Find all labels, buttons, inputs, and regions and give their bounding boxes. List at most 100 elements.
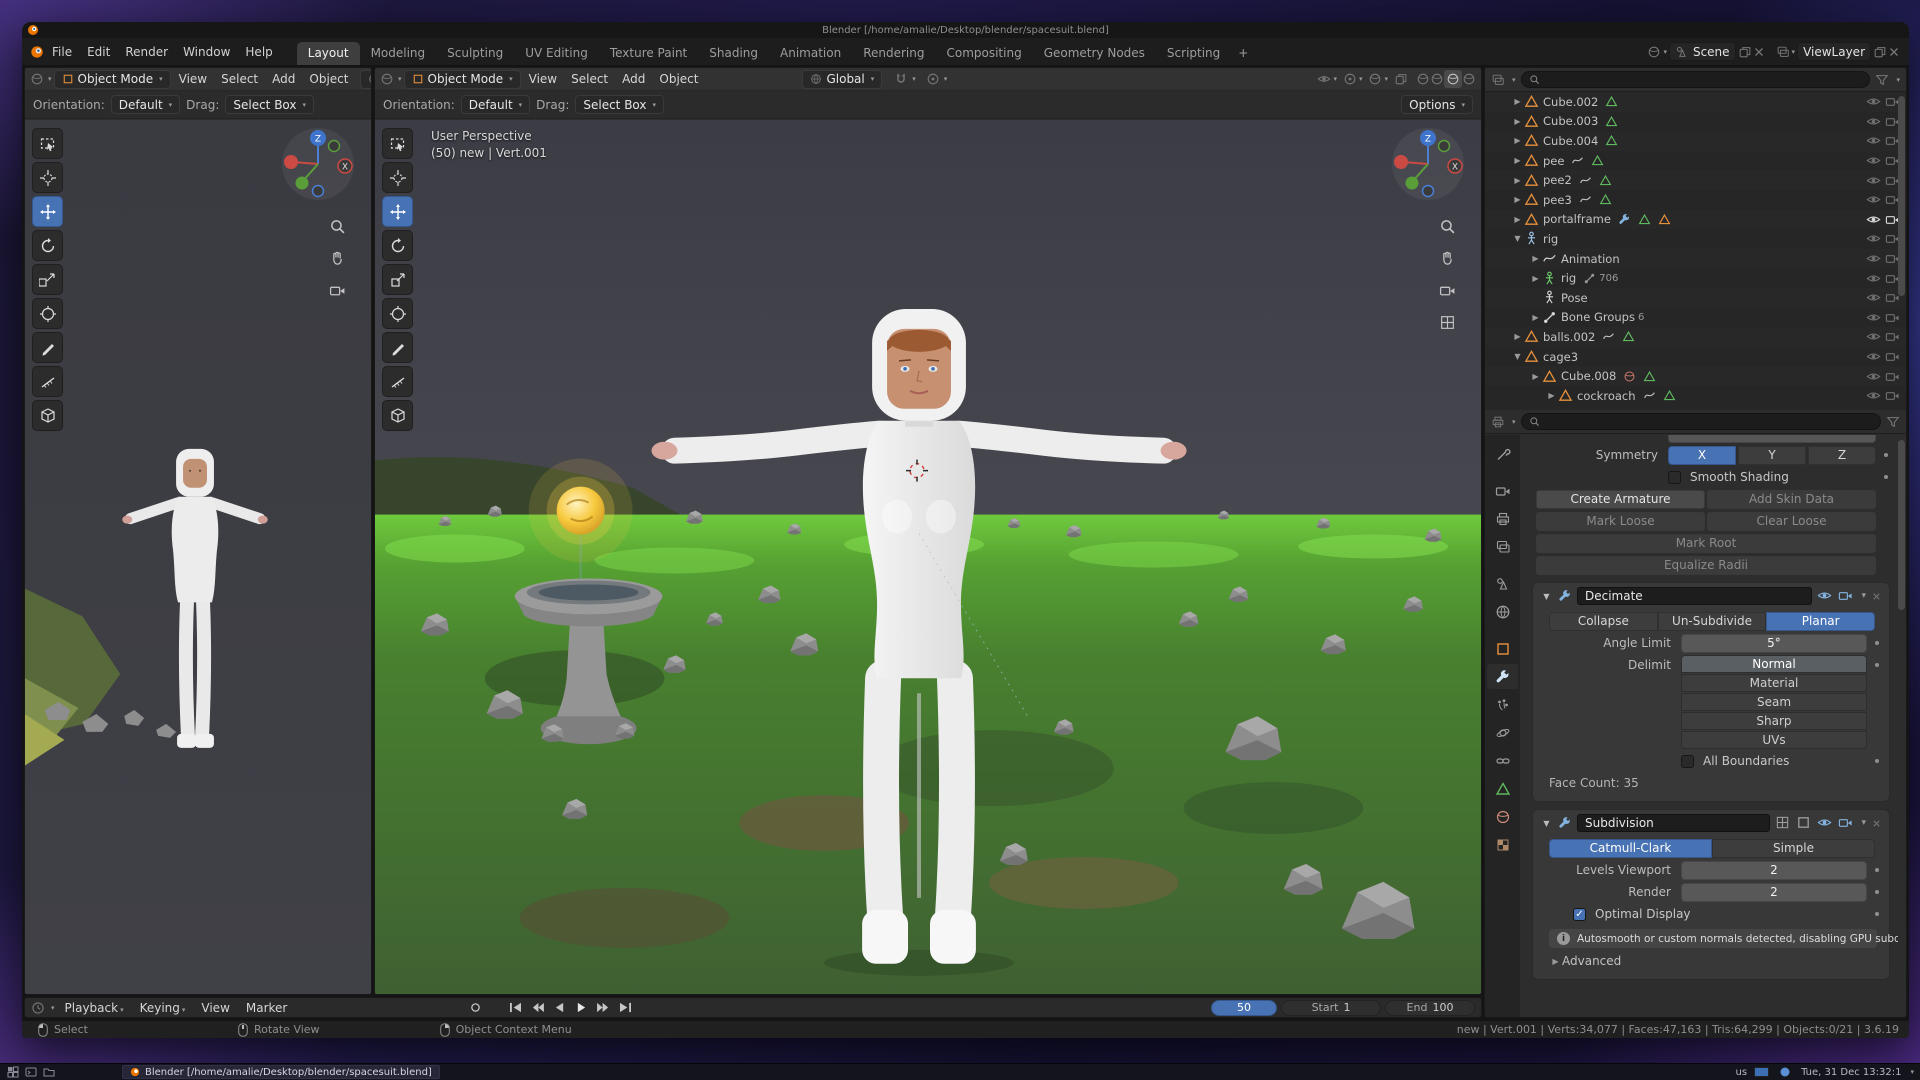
display-realtime-toggle[interactable]	[1817, 815, 1833, 831]
tab-physics[interactable]	[1487, 720, 1518, 745]
drag-dropdown[interactable]: Select Box▾	[225, 95, 314, 114]
transform-tool[interactable]	[382, 298, 413, 329]
jump-to-start-button[interactable]	[506, 1000, 524, 1015]
transform-tool[interactable]	[32, 298, 63, 329]
close-modifier-icon[interactable]	[1871, 818, 1882, 829]
outliner-search-input[interactable]	[1521, 71, 1871, 88]
outliner-row[interactable]: ▶Cube.002	[1485, 92, 1906, 112]
jump-to-end-button[interactable]	[616, 1000, 634, 1015]
view-menu[interactable]: View	[195, 999, 235, 1017]
smooth-shading-checkbox[interactable]	[1668, 471, 1681, 484]
editor-type-icon[interactable]	[380, 72, 394, 86]
glowing-orb[interactable]	[529, 459, 633, 563]
hide-eye-icon[interactable]	[1866, 310, 1881, 325]
add-workspace-button[interactable]: +	[1231, 42, 1255, 65]
editor-type-icon[interactable]	[30, 72, 44, 86]
outliner-row[interactable]: ▼rig	[1485, 229, 1906, 249]
remove-viewlayer-icon[interactable]	[1887, 45, 1901, 59]
catmull-clark-button[interactable]: Catmull-Clark	[1549, 839, 1712, 858]
show-overlays-icon[interactable]	[1368, 72, 1382, 86]
menu-edit[interactable]: Edit	[80, 42, 117, 62]
shading-wireframe-icon[interactable]	[1416, 72, 1430, 86]
disable-render-icon[interactable]	[1885, 388, 1900, 403]
symmetry-z-button[interactable]: Z	[1808, 446, 1876, 465]
delimit-normal-button[interactable]: Normal	[1681, 655, 1867, 673]
shading-rendered-icon[interactable]	[1462, 72, 1476, 86]
select-box-tool[interactable]	[382, 128, 413, 159]
equalize-radii-button[interactable]: Equalize Radii	[1536, 556, 1876, 575]
toggle-xray-icon[interactable]	[1394, 72, 1408, 86]
main-3d-scene[interactable]	[375, 120, 1481, 994]
menu-window[interactable]: Window	[176, 42, 237, 62]
hide-eye-icon[interactable]	[1866, 153, 1881, 168]
outliner-row[interactable]: ▶Cube.003	[1485, 112, 1906, 132]
outliner-row[interactable]: ▶cockroach	[1485, 386, 1906, 406]
delimit-seam-button[interactable]: Seam	[1681, 693, 1867, 711]
simple-button[interactable]: Simple	[1712, 839, 1875, 858]
tab-view-layer[interactable]	[1487, 534, 1518, 559]
tab-texture[interactable]	[1487, 832, 1518, 857]
subdivision-header[interactable]: ▼ Subdivision ▾	[1533, 810, 1889, 836]
visibility-dropdown-icon[interactable]	[1317, 72, 1331, 86]
scene-browse-icon[interactable]	[1647, 45, 1661, 59]
move-tool[interactable]	[32, 196, 63, 227]
outliner-display-mode-icon[interactable]	[1491, 73, 1505, 87]
disable-render-icon[interactable]	[1885, 349, 1900, 364]
angle-limit-field[interactable]: 5°	[1681, 634, 1867, 653]
left-3d-scene[interactable]	[25, 120, 371, 994]
scale-tool[interactable]	[382, 264, 413, 295]
outliner-row[interactable]: ▶portalframe	[1485, 210, 1906, 230]
next-keyframe-button[interactable]	[594, 1000, 612, 1015]
mode-dropdown[interactable]: Object Mode▾	[54, 70, 171, 89]
tab-uv-editing[interactable]: UV Editing	[514, 42, 599, 65]
move-tool[interactable]	[382, 196, 413, 227]
tab-object-data[interactable]	[1487, 776, 1518, 801]
tab-layout[interactable]: Layout	[297, 42, 360, 65]
optimal-display-checkbox[interactable]: ✓	[1573, 908, 1586, 921]
add-skin-data-button[interactable]: Add Skin Data	[1707, 490, 1876, 509]
scale-tool[interactable]	[32, 264, 63, 295]
terminal-icon[interactable]	[25, 1066, 37, 1078]
viewport-main-canvas[interactable]: User Perspective (50) new | Vert.001	[375, 120, 1481, 994]
camera-view-icon[interactable]	[329, 282, 346, 299]
menu-help[interactable]: Help	[238, 42, 279, 62]
outliner-filter-icon[interactable]	[1875, 73, 1889, 87]
tab-scripting[interactable]: Scripting	[1156, 42, 1231, 65]
cursor-tool[interactable]	[382, 162, 413, 193]
tray-chevron-icon[interactable]: ▾	[1910, 1068, 1914, 1076]
frame-end-field[interactable]: End100	[1385, 1000, 1475, 1016]
outliner-row[interactable]: ▶Animation	[1485, 249, 1906, 269]
scene-selector[interactable]: Scene	[1669, 42, 1736, 61]
files-icon[interactable]	[43, 1066, 55, 1078]
hide-eye-icon[interactable]	[1866, 349, 1881, 364]
viewlayer-browse-icon[interactable]	[1776, 45, 1790, 59]
record-button[interactable]	[466, 1000, 484, 1015]
tab-rendering[interactable]: Rendering	[852, 42, 935, 65]
display-realtime-toggle[interactable]	[1817, 588, 1833, 604]
tab-animation[interactable]: Animation	[769, 42, 852, 65]
disable-render-icon[interactable]	[1885, 369, 1900, 384]
subdivision-name-field[interactable]: Subdivision	[1577, 814, 1770, 832]
snap-magnet-icon[interactable]	[894, 72, 908, 86]
add-cube-tool[interactable]	[32, 400, 63, 431]
tab-geometry-nodes[interactable]: Geometry Nodes	[1033, 42, 1156, 65]
pager-icon[interactable]	[7, 1066, 19, 1078]
tab-modeling[interactable]: Modeling	[360, 42, 437, 65]
taskbar-window-button[interactable]: Blender [/home/amalie/Desktop/blender/sp…	[122, 1065, 440, 1079]
flag-icon[interactable]	[1754, 1067, 1769, 1077]
mode-dropdown[interactable]: Object Mode▾	[404, 70, 521, 89]
rotate-tool[interactable]	[382, 230, 413, 261]
outliner-row[interactable]: Pose	[1485, 288, 1906, 308]
new-scene-icon[interactable]	[1738, 45, 1752, 59]
delimit-uvs-button[interactable]: UVs	[1681, 731, 1867, 749]
viewport-left-canvas[interactable]	[25, 120, 371, 994]
hide-eye-icon[interactable]	[1866, 192, 1881, 207]
pan-hand-icon[interactable]	[1439, 250, 1456, 267]
shading-solid-icon[interactable]	[1430, 72, 1444, 86]
display-editmode-toggle[interactable]	[1796, 815, 1812, 831]
timeline-editor-icon[interactable]	[31, 1001, 45, 1015]
properties-search-input[interactable]	[1521, 413, 1881, 430]
shading-material-icon[interactable]	[1444, 70, 1462, 88]
window-titlebar[interactable]: Blender [/home/amalie/Desktop/blender/sp…	[22, 22, 1909, 38]
keyboard-layout-label[interactable]: us	[1736, 1067, 1748, 1078]
